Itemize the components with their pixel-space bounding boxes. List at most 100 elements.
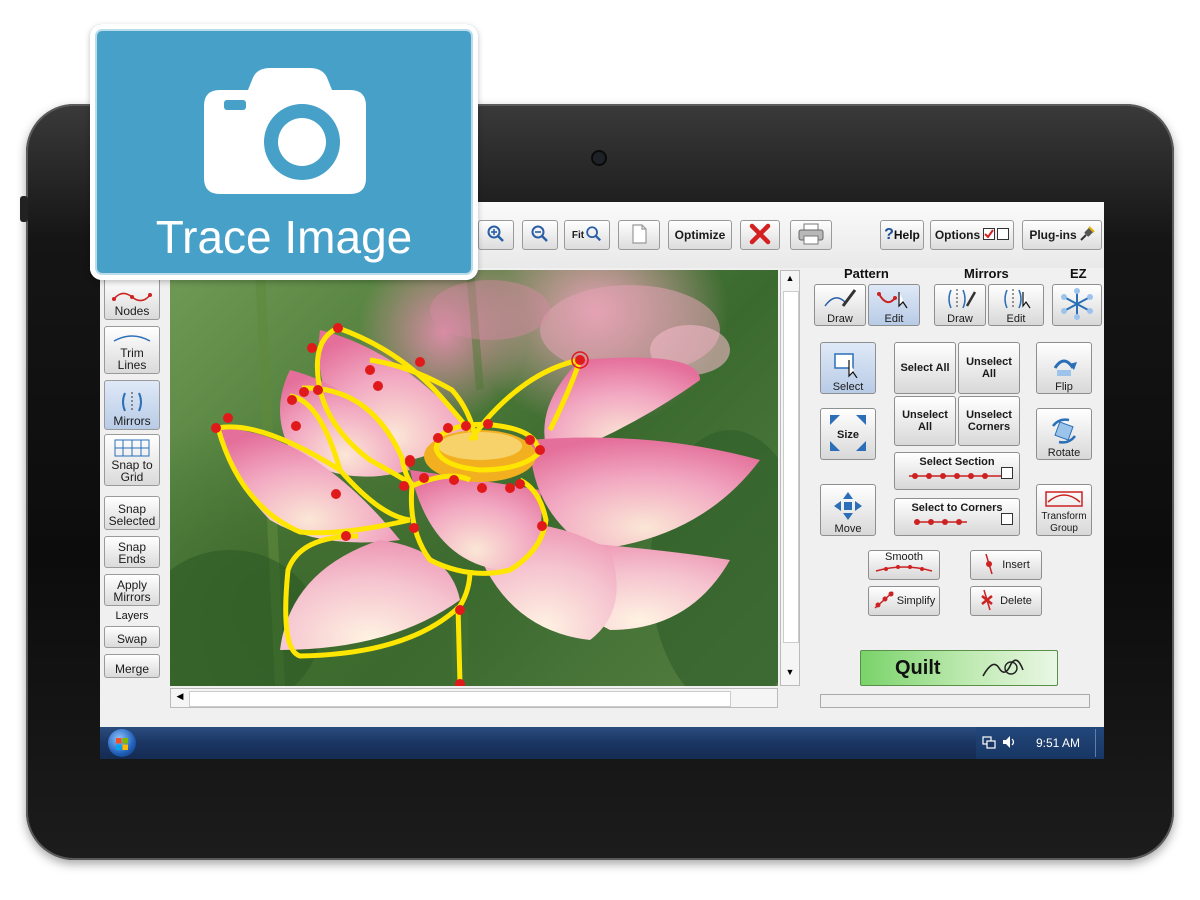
zoom-out-button[interactable] — [522, 220, 558, 250]
select-section-button[interactable]: Select Section — [894, 452, 1020, 490]
ez-button[interactable] — [1052, 284, 1102, 326]
insert-label: Insert — [1002, 559, 1030, 571]
tablet-side-button — [20, 196, 28, 222]
scroll-left-arrow-icon[interactable]: ◀ — [173, 691, 187, 705]
smooth-label: Smooth — [885, 551, 923, 563]
mirrors-tool-button[interactable]: Mirrors — [104, 380, 160, 430]
mirrors-icon — [117, 391, 147, 415]
trim-lines-label: Trim Lines — [117, 346, 147, 372]
network-icon[interactable] — [982, 735, 996, 752]
optimize-label: Optimize — [674, 228, 726, 242]
select-all-button[interactable]: Select All — [894, 342, 956, 394]
snap-selected-button[interactable]: Snap Selected — [104, 496, 160, 530]
nodes-icon — [112, 289, 152, 305]
swap-label: Swap — [116, 632, 148, 646]
merge-label: Merge — [114, 662, 149, 676]
mirrors-edit-button[interactable]: Edit — [988, 284, 1044, 326]
unselect-all-top-button[interactable]: Unselect All — [958, 342, 1020, 394]
flip-button[interactable]: Flip — [1036, 342, 1092, 394]
flip-label: Flip — [1055, 381, 1073, 393]
mirrors-draw-button[interactable]: Draw — [934, 284, 986, 326]
size-button[interactable]: Size — [820, 408, 876, 460]
optimize-button[interactable]: Optimize — [668, 220, 732, 250]
vertical-scrollbar[interactable]: ▲ ▼ — [780, 270, 800, 686]
help-button[interactable]: ? Help — [880, 220, 924, 250]
unselect-all-bottom-button[interactable]: Unselect All — [894, 396, 956, 446]
delete-node-content: Delete — [980, 589, 1032, 614]
windows-logo-icon — [116, 737, 128, 755]
select-all-label: Select All — [900, 362, 950, 374]
edit-nodes-icon — [877, 288, 911, 313]
unselect-corners-button[interactable]: Unselect Corners — [958, 396, 1020, 446]
pattern-edit-button[interactable]: Edit — [868, 284, 920, 326]
delete-node-label: Delete — [1000, 595, 1032, 607]
scroll-up-arrow-icon[interactable]: ▲ — [783, 273, 797, 287]
camera-icon — [200, 66, 370, 201]
horizontal-scrollbar[interactable]: ◀ — [170, 688, 778, 708]
tablet-camera — [593, 152, 605, 164]
simplify-icon — [873, 590, 895, 613]
zoom-in-button[interactable] — [478, 220, 514, 250]
select-to-corners-button[interactable]: Select to Corners — [894, 498, 1020, 536]
mirror-draw-icon — [943, 288, 977, 313]
transform-group-label: Transform Group — [1041, 511, 1087, 534]
page-button[interactable] — [618, 220, 660, 250]
insert-button[interactable]: Insert — [970, 550, 1042, 580]
select-to-corners-label: Select to Corners — [911, 502, 1003, 514]
taskbar: 9:51 AM — [100, 727, 1104, 759]
zoom-fit-button[interactable]: Fit — [564, 220, 610, 250]
pattern-draw-button[interactable]: Draw — [814, 284, 866, 326]
smooth-button[interactable]: Smooth — [868, 550, 940, 580]
horizontal-scroll-thumb[interactable] — [189, 691, 731, 707]
nodes-button[interactable]: Nodes — [104, 278, 160, 320]
quilt-button[interactable]: Quilt — [860, 650, 1058, 686]
taskbar-clock[interactable]: 9:51 AM — [1036, 736, 1080, 750]
simplify-label: Simplify — [896, 595, 936, 607]
move-button[interactable]: Move — [820, 484, 876, 536]
mirrors-draw-label: Draw — [947, 313, 973, 325]
plugins-label: Plug-ins — [1029, 228, 1077, 242]
snap-to-grid-button[interactable]: Snap to Grid — [104, 434, 160, 486]
snap-ends-button[interactable]: Snap Ends — [104, 536, 160, 568]
section-nodes-icon — [907, 468, 1007, 485]
swap-layers-button[interactable]: Swap — [104, 626, 160, 648]
zoom-out-icon — [530, 224, 550, 247]
volume-icon[interactable] — [1002, 735, 1018, 752]
merge-layers-button[interactable]: Merge — [104, 654, 160, 678]
app-screen: Fit Optimize ? Help Options Plug-ins Nod… — [100, 202, 1104, 759]
layers-label: Layers — [115, 610, 149, 622]
trim-lines-button[interactable]: Trim Lines — [104, 326, 160, 374]
corners-nodes-icon — [907, 514, 1007, 531]
plugins-button[interactable]: Plug-ins — [1022, 220, 1102, 250]
ez-star-icon — [1060, 287, 1094, 324]
rotate-label: Rotate — [1047, 447, 1081, 459]
delete-node-button[interactable]: Delete — [970, 586, 1042, 616]
vertical-scroll-thumb[interactable] — [783, 291, 799, 643]
system-tray: 9:51 AM — [976, 727, 1104, 759]
quilt-stitch-icon — [981, 656, 1025, 680]
select-label: Select — [832, 381, 864, 393]
transform-group-button[interactable]: Transform Group — [1036, 484, 1092, 536]
rotate-button[interactable]: Rotate — [1036, 408, 1092, 460]
red-x-icon — [749, 223, 771, 248]
snap-selected-label: Snap Selected — [108, 502, 156, 528]
select-to-corners-checkbox[interactable] — [1001, 513, 1013, 525]
pencil-icon — [823, 288, 857, 313]
delete-pattern-button[interactable] — [740, 220, 780, 250]
windows-start-button[interactable] — [108, 729, 136, 757]
transform-group-icon — [1044, 490, 1084, 511]
simplify-button[interactable]: Simplify — [868, 586, 940, 616]
apply-mirrors-button[interactable]: Apply Mirrors — [104, 574, 160, 606]
pattern-draw-label: Draw — [827, 313, 853, 325]
zoom-fit-label: Fit — [571, 229, 585, 241]
select-cursor-icon — [833, 352, 863, 381]
size-label: Size — [836, 429, 859, 441]
flip-icon — [1049, 354, 1079, 381]
trace-canvas[interactable] — [170, 270, 778, 686]
print-button[interactable] — [790, 220, 832, 250]
select-section-checkbox[interactable] — [1001, 467, 1013, 479]
show-desktop-button[interactable] — [1095, 729, 1104, 757]
options-button[interactable]: Options — [930, 220, 1014, 250]
select-button[interactable]: Select — [820, 342, 876, 394]
scroll-down-arrow-icon[interactable]: ▼ — [783, 667, 797, 681]
